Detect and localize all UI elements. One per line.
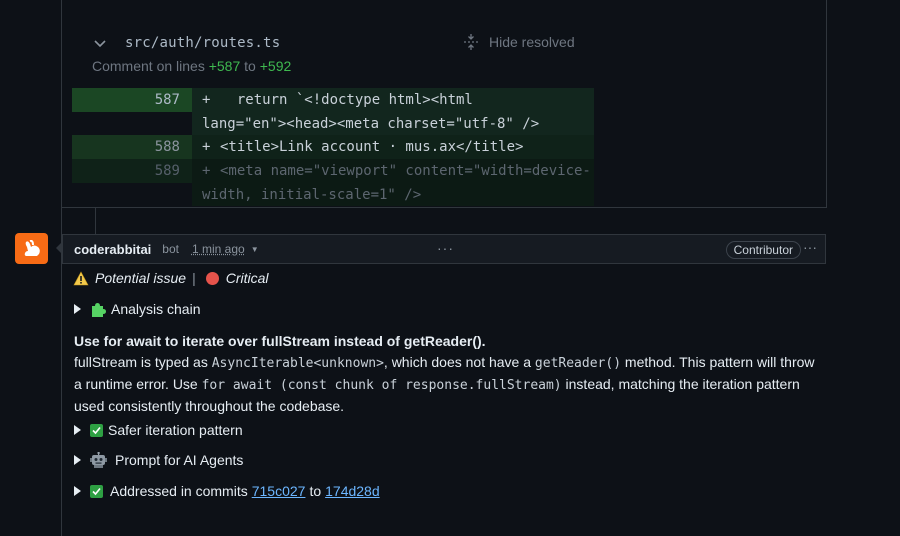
avatar[interactable] (15, 233, 48, 264)
collapse-icon (464, 34, 478, 50)
diff-code: + <meta name="viewport" content="width=de… (192, 159, 594, 206)
comment-lines: Comment on lines +587 to +592 (92, 58, 291, 74)
diff-sign: + (202, 163, 211, 179)
author-name[interactable]: coderabbitai (74, 242, 151, 257)
line-number: 588 (72, 135, 192, 159)
diff-sign: + (202, 139, 211, 155)
safer-iteration-label: Safer iteration pattern (108, 422, 243, 438)
triangle-right-icon (74, 425, 81, 435)
issue-line: Potential issue | Critical (73, 270, 268, 286)
line-start: +587 (208, 58, 241, 74)
file-path[interactable]: src/auth/routes.ts (125, 35, 280, 51)
hide-resolved-button[interactable]: Hide resolved (462, 33, 575, 51)
triangle-right-icon (74, 486, 81, 496)
line-end: +592 (259, 58, 292, 74)
line-number: 587 (72, 88, 192, 112)
commit-to-word: to (309, 483, 322, 499)
robot-icon (90, 452, 107, 468)
comment-options-button[interactable]: ··· (803, 239, 817, 255)
diff-border-right (826, 0, 827, 207)
timestamp[interactable]: 1 min ago (192, 242, 245, 256)
diff-code-text: <title>Link account · mus.ax</title> (220, 139, 524, 155)
comment-description: fullStream is typed as AsyncIterable<unk… (74, 352, 826, 416)
diff-code: + <title>Link account · mus.ax</title> (192, 135, 594, 159)
role-badge: Contributor (725, 241, 801, 259)
addressed-commits-toggle[interactable]: Addressed in commits 715c027 to 174d28d (74, 483, 380, 499)
comment-header: coderabbitai bot 1 min ago ▼ ··· Contrib… (62, 234, 826, 264)
issue-label: Potential issue (95, 270, 187, 286)
line-to: to (244, 58, 256, 74)
diff-code-text: <meta name="viewport" content="width=dev… (202, 163, 591, 203)
rabbit-icon (24, 239, 40, 256)
inline-code: AsyncIterable<unknown> (211, 356, 384, 371)
commit-link-from[interactable]: 715c027 (252, 483, 306, 499)
analysis-chain-toggle[interactable]: Analysis chain (74, 301, 201, 317)
prompt-ai-agents-label: Prompt for AI Agents (115, 452, 244, 468)
severity-label: Critical (225, 270, 269, 286)
diff-row: 589 + <meta name="viewport" content="widt… (72, 159, 594, 206)
prompt-ai-agents-toggle[interactable]: Prompt for AI Agents (74, 452, 243, 468)
commit-link-to[interactable]: 174d28d (325, 483, 380, 499)
description-text: fullStream is typed as (74, 354, 212, 370)
diff-code-text: return `<!doctype html><html lang="en"><… (202, 92, 540, 132)
diff-row: 588 + <title>Link account · mus.ax</title… (72, 135, 594, 159)
analysis-chain-label: Analysis chain (111, 301, 201, 317)
file-header[interactable]: src/auth/routes.ts (92, 33, 280, 53)
comment-lines-prefix: Comment on lines (92, 58, 205, 74)
check-icon (90, 423, 103, 437)
diff-code: + return `<!doctype html><html lang="en"… (192, 88, 594, 135)
diff-row: 587 + return `<!doctype html><html lang=… (72, 88, 594, 135)
line-number: 589 (72, 159, 192, 183)
diff-border-bottom (61, 207, 827, 208)
hide-resolved-label: Hide resolved (489, 34, 575, 50)
warning-icon (73, 270, 89, 285)
diff-view: 587 + return `<!doctype html><html lang=… (72, 88, 594, 206)
timeline-line (61, 0, 62, 536)
inline-code: getReader() (534, 356, 622, 371)
addressed-prefix: Addressed in commits (110, 483, 248, 499)
safer-iteration-toggle[interactable]: Safer iteration pattern (74, 422, 243, 438)
red-circle-icon (205, 271, 219, 285)
chevron-down-icon[interactable] (92, 35, 108, 51)
more-icon[interactable]: ··· (437, 240, 454, 256)
diff-sign: + (202, 92, 211, 108)
separator: | (192, 270, 196, 286)
inline-code: for await (const chunk of response.fullS… (201, 378, 562, 393)
bot-label: bot (162, 242, 179, 256)
triangle-right-icon (74, 455, 81, 465)
description-text: , which does not have a (383, 354, 535, 370)
edit-history-caret-icon[interactable]: ▼ (251, 245, 259, 254)
check-icon (90, 484, 103, 498)
thread-connector (95, 207, 96, 234)
comment-title: Use for await to iterate over fullStream… (74, 333, 486, 349)
triangle-right-icon (74, 304, 81, 314)
puzzle-icon (92, 303, 106, 317)
